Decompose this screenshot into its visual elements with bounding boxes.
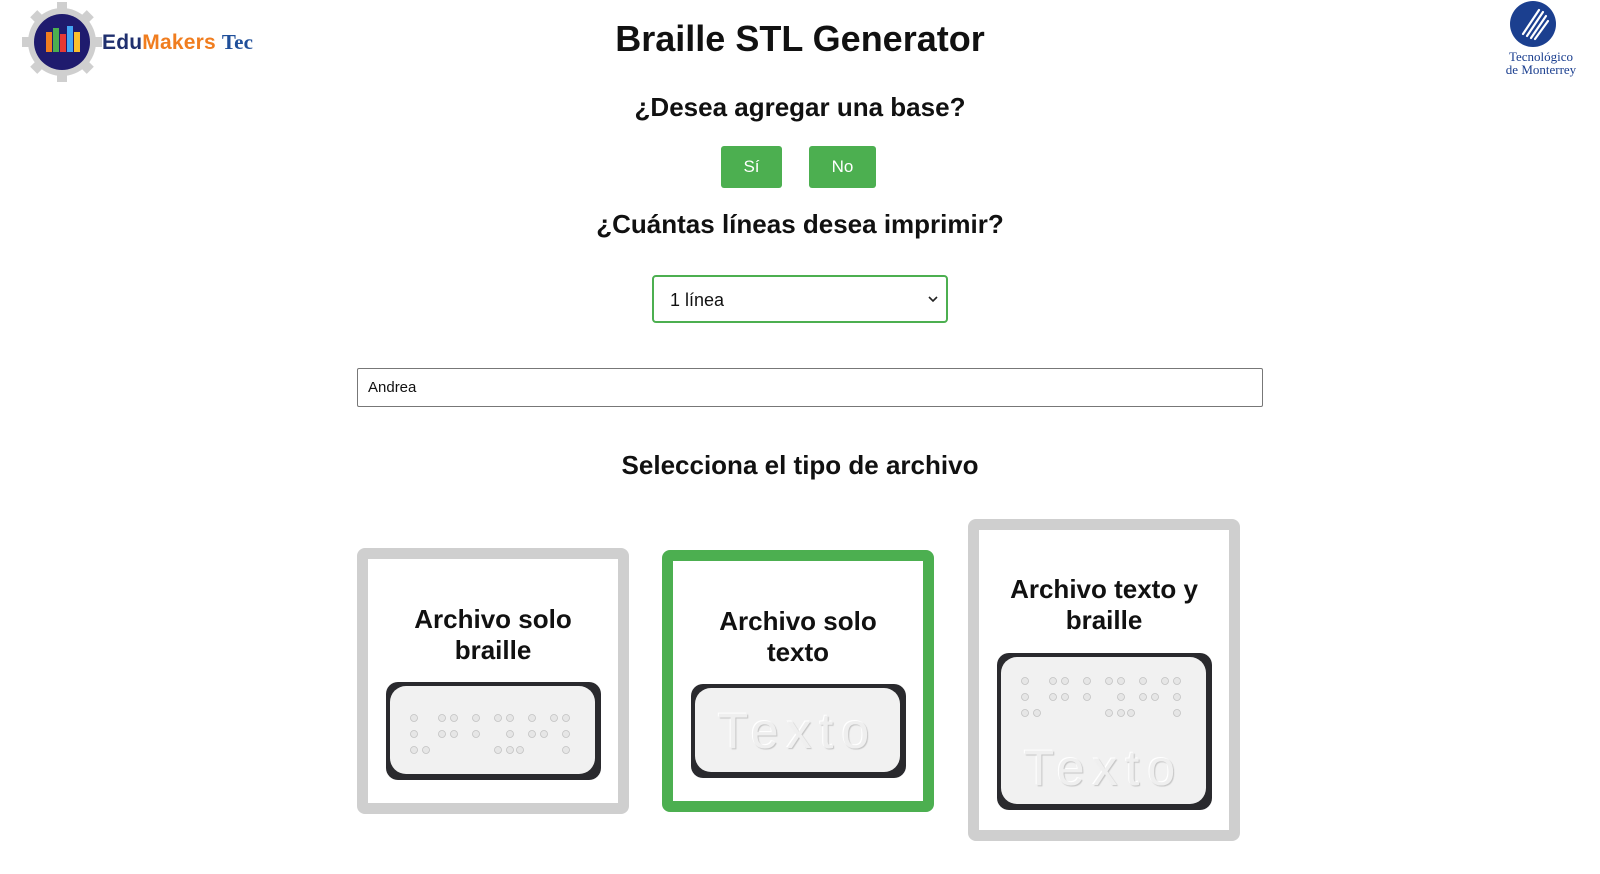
text-plate-word: Texto xyxy=(717,703,878,759)
option-text-and-braille-label: Archivo texto y braille xyxy=(1010,574,1198,635)
lines-select-value: 1 línea xyxy=(670,290,725,310)
braille-text-input[interactable] xyxy=(357,368,1263,407)
option-text-and-braille[interactable]: Archivo texto y braille Texto xyxy=(968,519,1240,841)
page-title: Braille STL Generator xyxy=(615,18,985,59)
braille-plate-preview xyxy=(386,682,601,780)
lines-select[interactable]: 1 línea xyxy=(652,275,948,323)
chevron-down-icon xyxy=(928,296,938,303)
text-plate-preview: Texto xyxy=(691,684,906,778)
braille-dots-icon xyxy=(410,714,570,754)
no-button[interactable]: No xyxy=(809,146,876,188)
yes-button[interactable]: Sí xyxy=(721,146,782,188)
option-braille-only[interactable]: Archivo solo braille xyxy=(357,548,629,814)
lines-question: ¿Cuántas líneas desea imprimir? xyxy=(596,209,1004,239)
option-braille-only-label: Archivo solo braille xyxy=(414,604,572,665)
base-question: ¿Desea agregar una base? xyxy=(634,92,966,122)
text-braille-plate-word: Texto xyxy=(1023,740,1184,796)
text-braille-plate-preview: Texto xyxy=(997,653,1212,810)
file-type-heading: Selecciona el tipo de archivo xyxy=(621,450,979,480)
option-text-only-label: Archivo solo texto xyxy=(719,606,877,667)
braille-dots-icon xyxy=(1021,677,1181,717)
option-text-only[interactable]: Archivo solo texto Texto xyxy=(662,550,934,812)
